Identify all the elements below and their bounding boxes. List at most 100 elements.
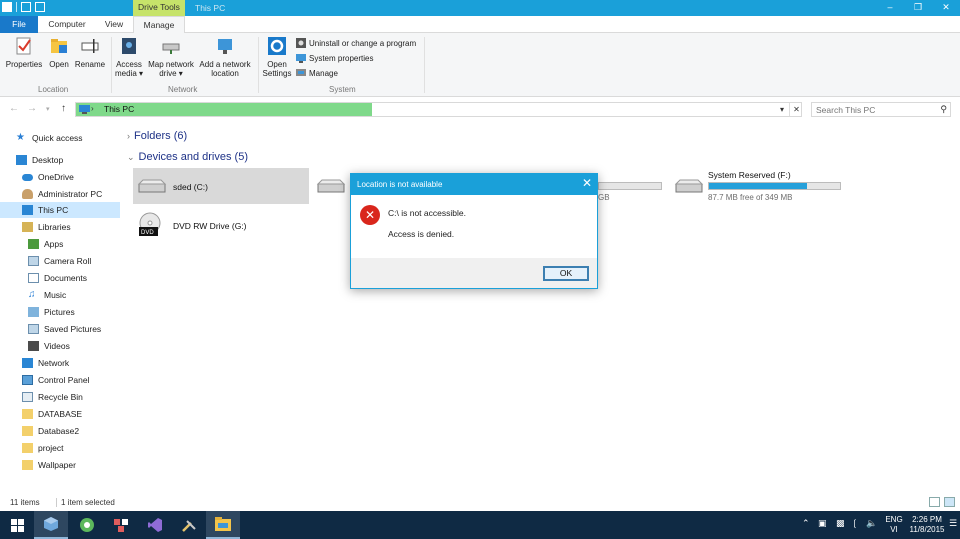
language-indicator[interactable]: ENG VI: [884, 515, 904, 535]
back-arrow-icon[interactable]: ←: [9, 103, 19, 114]
search-box[interactable]: ⚲: [811, 102, 951, 117]
sidebar-item-recycle-bin[interactable]: Recycle Bin: [22, 389, 83, 405]
devices-header-label: Devices and drives (5): [138, 151, 248, 163]
access-media-label-2: media ▾: [114, 69, 144, 78]
rename-icon: [81, 39, 99, 53]
folder-icon: [22, 409, 33, 419]
rename-button[interactable]: Rename: [74, 36, 106, 69]
drive-g[interactable]: DVD DVD RW Drive (G:): [133, 208, 309, 244]
this-pc-icon: [79, 105, 90, 114]
address-dropdown-icon[interactable]: ▾: [775, 103, 789, 116]
uninstall-icon: [296, 38, 306, 48]
sidebar-item-network[interactable]: Network: [22, 355, 69, 371]
sidebar-item-wallpaper[interactable]: Wallpaper: [22, 457, 76, 473]
recycle-bin-icon: [22, 392, 33, 402]
uninstall-program-button[interactable]: Uninstall or change a program: [296, 38, 416, 48]
sidebar-item-label: Administrator PC: [38, 189, 103, 199]
drive-c[interactable]: sded (C:): [133, 168, 309, 204]
sidebar-item-control-panel[interactable]: Control Panel: [22, 372, 90, 388]
system-properties-button[interactable]: System properties: [296, 53, 373, 63]
map-network-drive-button[interactable]: Map network drive ▾: [145, 36, 197, 78]
search-icon[interactable]: ⚲: [940, 104, 947, 115]
navigation-bar: ← → ▾ ↑ › This PC ▾ ✕ ⚲: [0, 99, 960, 121]
sidebar-item-music[interactable]: ♫ Music: [28, 287, 66, 303]
properties-button[interactable]: Properties: [4, 36, 44, 69]
manage-button[interactable]: Manage: [296, 68, 338, 78]
open-button[interactable]: Open: [46, 36, 72, 69]
clock-date: 11/8/2015: [909, 525, 945, 534]
show-hidden-icons-icon[interactable]: ⌃: [802, 518, 810, 529]
sidebar-item-administrator-pc[interactable]: Administrator PC: [22, 186, 102, 202]
recent-locations-chevron-icon[interactable]: ▾: [46, 105, 50, 113]
tab-file[interactable]: File: [0, 16, 38, 33]
network-icon: [22, 358, 33, 368]
dvd-drive-icon: DVD: [139, 212, 161, 236]
clock-time: 2:26 PM: [912, 515, 942, 524]
new-document-icon[interactable]: [21, 2, 31, 12]
up-arrow-icon[interactable]: ↑: [61, 103, 66, 114]
volume-icon[interactable]: 🔈: [866, 518, 877, 529]
drive-e-usage-bar: [598, 182, 662, 190]
devices-section-header[interactable]: ⌄ Devices and drives (5): [127, 151, 248, 163]
taskbar-app-2[interactable]: [70, 511, 104, 539]
clock[interactable]: 2:26 PM 11/8/2015: [908, 515, 946, 535]
dialog-message: C:\ is not accessible.: [388, 208, 466, 218]
sidebar-item-onedrive[interactable]: OneDrive: [22, 169, 74, 185]
folders-section-header[interactable]: › Folders (6): [127, 130, 187, 142]
sidebar-item-quick-access[interactable]: ★ Quick access: [16, 130, 83, 146]
maximize-button[interactable]: ❒: [904, 0, 932, 16]
taskbar-app-1[interactable]: [34, 511, 68, 539]
start-button[interactable]: [0, 511, 34, 539]
add-network-location-button[interactable]: Add a network location: [197, 36, 253, 78]
address-bar[interactable]: › This PC ▾ ✕: [75, 102, 802, 117]
taskbar-tools-app[interactable]: [172, 511, 206, 539]
tab-computer[interactable]: Computer: [40, 16, 94, 33]
drive-e[interactable]: GB: [598, 168, 668, 204]
sidebar-item-database2[interactable]: Database2: [22, 423, 79, 439]
open-settings-button[interactable]: Open Settings: [261, 36, 293, 78]
forward-arrow-icon[interactable]: →: [27, 103, 37, 114]
drive-d[interactable]: [312, 168, 350, 204]
computer-icon: [22, 205, 33, 215]
taskbar-file-explorer[interactable]: [206, 511, 240, 539]
large-icons-view-icon[interactable]: [944, 497, 955, 507]
tab-manage[interactable]: Manage: [133, 16, 185, 33]
access-media-label-1: Access: [116, 60, 142, 69]
network-group-label: Network: [168, 85, 198, 94]
hard-drive-icon: [137, 179, 167, 193]
drive-f[interactable]: System Reserved (F:) 87.7 MB free of 349…: [670, 168, 846, 204]
sidebar-item-documents[interactable]: Documents: [28, 270, 87, 286]
sidebar-item-camera-roll[interactable]: Camera Roll: [28, 253, 91, 269]
access-media-button[interactable]: Access media ▾: [113, 36, 145, 78]
ok-button[interactable]: OK: [543, 266, 589, 281]
sidebar-item-saved-pictures[interactable]: Saved Pictures: [28, 321, 101, 337]
dialog-close-icon[interactable]: ✕: [582, 176, 592, 190]
tray-app-icon[interactable]: ▣: [818, 518, 827, 529]
sidebar-item-database[interactable]: DATABASE: [22, 406, 82, 422]
sidebar-item-label: Saved Pictures: [44, 324, 102, 334]
details-view-icon[interactable]: [929, 497, 940, 507]
sidebar-item-videos[interactable]: Videos: [28, 338, 70, 354]
sidebar-item-desktop[interactable]: Desktop: [16, 152, 63, 168]
minimize-button[interactable]: –: [876, 0, 904, 16]
sidebar-item-apps[interactable]: Apps: [28, 236, 63, 252]
open-settings-label-1: Open: [267, 60, 287, 69]
wifi-icon[interactable]: ❲: [851, 518, 859, 529]
close-button[interactable]: ✕: [932, 0, 960, 16]
tray-device-icon[interactable]: ▩: [836, 518, 845, 529]
sidebar-item-label: DATABASE: [38, 409, 83, 419]
sidebar-item-this-pc[interactable]: This PC: [0, 202, 120, 218]
search-input[interactable]: [812, 103, 930, 116]
check-properties-icon[interactable]: [35, 2, 45, 12]
dialog-detail: Access is denied.: [388, 229, 455, 239]
folder-icon: [22, 460, 33, 470]
tab-view[interactable]: View: [96, 16, 132, 33]
taskbar-visual-studio[interactable]: [138, 511, 172, 539]
taskbar-app-3[interactable]: [104, 511, 138, 539]
sidebar-item-libraries[interactable]: Libraries: [22, 219, 71, 235]
sidebar-item-pictures[interactable]: Pictures: [28, 304, 75, 320]
stop-loading-icon[interactable]: ✕: [789, 103, 803, 116]
star-icon: ★: [16, 132, 25, 143]
sidebar-item-project[interactable]: project: [22, 440, 64, 456]
action-center-icon[interactable]: ☰: [949, 518, 957, 529]
